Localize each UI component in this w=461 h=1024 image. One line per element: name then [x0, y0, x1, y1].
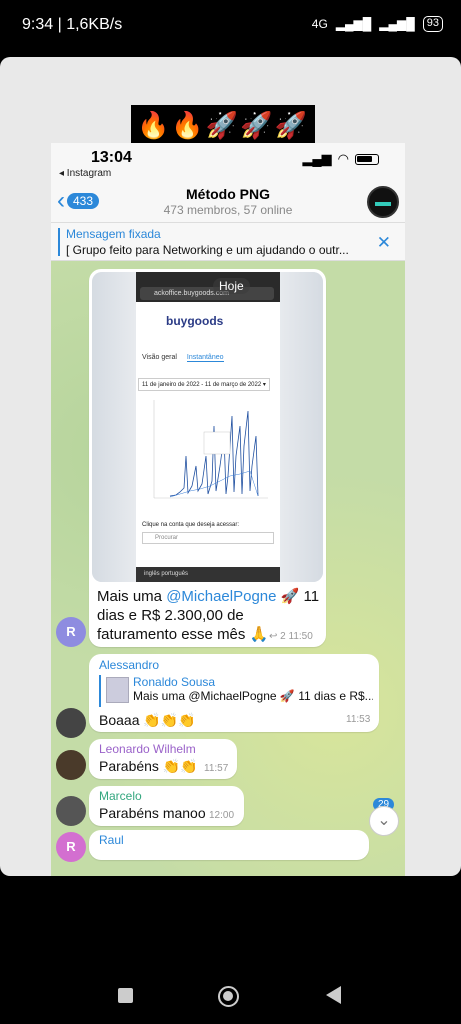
chat-title[interactable]: Método PNG [51, 186, 405, 202]
message-list[interactable]: ackoffice.buygoods.com buygoods Visão ge… [51, 261, 405, 876]
avatar[interactable] [56, 796, 86, 826]
message-time: 11:57 [204, 763, 229, 774]
group-avatar[interactable] [367, 186, 399, 218]
reply-message[interactable]: Alessandro Ronaldo Sousa Mais uma @Micha… [89, 654, 379, 732]
status-time: 9:34 | 1,6KB/s [22, 16, 123, 33]
tab-overview: Visão geral [142, 354, 177, 361]
sender-name[interactable]: Leonardo Wilhelm [99, 742, 196, 756]
signal-icon: ▂▄▆█ [335, 17, 372, 31]
battery-icon: 93 [422, 16, 443, 32]
android-nav-bar [0, 960, 461, 1024]
message-bubble[interactable]: Marcelo Parabéns manoo 12:00 [89, 786, 244, 826]
message-bubble[interactable]: Leonardo Wilhelm Parabéns 👏👏 11:57 [89, 739, 237, 779]
shared-screenshot[interactable]: ackoffice.buygoods.com buygoods Visão ge… [92, 272, 323, 582]
chat-header: ‹ 433 Método PNG 473 membros, 57 online [51, 183, 405, 223]
sales-chart-image [153, 400, 268, 499]
pinned-text: [ Grupo feito para Networking e um ajuda… [66, 243, 349, 257]
message-time: 11:53 [346, 714, 371, 725]
message-meta: ↩ 2 11:50 [269, 631, 313, 642]
media-message[interactable]: ackoffice.buygoods.com buygoods Visão ge… [89, 269, 326, 647]
message-text: Boaaa 👏👏👏 [99, 712, 196, 728]
ios-status-bar: 13:04 ◂ Instagram ▂▄▆ ◠ [51, 143, 405, 183]
battery-icon-ios [355, 153, 379, 165]
sender-name[interactable]: Marcelo [99, 789, 142, 803]
android-status-bar: 9:34 | 1,6KB/s 4G ▂▄▆█ ▂▄▆█ 93 [0, 0, 461, 52]
quote-text: Mais uma @MichaelPogne 🚀 11 dias e R$... [133, 689, 373, 703]
buygoods-page: buygoods Visão geral Instantâneo 11 de j… [136, 302, 280, 567]
telegram-screenshot: 13:04 ◂ Instagram ▂▄▆ ◠ ‹ 433 Método PNG… [51, 143, 405, 876]
signal-icon-ios: ▂▄▆ [302, 151, 332, 166]
home-button[interactable] [218, 986, 239, 1007]
date-badge: Hoje [213, 278, 250, 294]
wifi-icon: ◠ [337, 151, 349, 166]
message-text: Parabéns 👏👏 [99, 758, 198, 774]
story-card[interactable]: 🔥🔥🚀🚀🚀 13:04 ◂ Instagram ▂▄▆ ◠ ‹ 433 Méto… [0, 57, 461, 876]
emoji-banner: 🔥🔥🚀🚀🚀 [131, 105, 315, 145]
quote-thumbnail [106, 677, 129, 703]
chevron-down-icon: ⌄ [377, 812, 391, 829]
avatar[interactable]: R [56, 617, 86, 647]
pinned-message[interactable]: Mensagem fixada [ Grupo feito para Netwo… [51, 223, 405, 261]
mention-link[interactable]: @MichaelPogne [166, 588, 276, 605]
quote-author: Ronaldo Sousa [133, 675, 216, 689]
avatar[interactable] [56, 750, 86, 780]
sender-name[interactable]: Alessandro [99, 658, 159, 672]
pinned-label: Mensagem fixada [66, 227, 161, 241]
message-time: 12:00 [209, 810, 235, 821]
browser-url: ackoffice.buygoods.com [140, 287, 274, 300]
ios-time: 13:04 [91, 149, 132, 166]
network-type: 4G [311, 17, 328, 31]
buygoods-logo: buygoods [166, 314, 224, 328]
recents-button[interactable] [118, 988, 133, 1003]
close-icon[interactable]: ✕ [377, 233, 391, 253]
avatar[interactable] [56, 708, 86, 738]
pinned-accent-bar [58, 228, 60, 256]
avatar[interactable]: R [56, 832, 86, 862]
date-range: 11 de janeiro de 2022 - 11 de março de 2… [138, 378, 270, 391]
quoted-message[interactable]: Ronaldo Sousa Mais uma @MichaelPogne 🚀 1… [99, 675, 373, 707]
translate-bar: inglês português [136, 567, 280, 582]
scroll-down-button[interactable]: ⌄ [369, 806, 399, 836]
back-triangle-button[interactable] [326, 986, 341, 1004]
account-search: Procurar [142, 532, 274, 544]
signal-icon-2: ▂▄▆█ [379, 17, 415, 31]
account-pick-label: Clique na conta que deseja acessar: [142, 522, 240, 528]
message-bubble[interactable]: Raul [89, 830, 369, 860]
sender-name[interactable]: Raul [99, 833, 124, 847]
tab-snapshot: Instantâneo [186, 354, 224, 362]
back-to-app-link[interactable]: ◂ Instagram [59, 168, 111, 179]
message-text: Parabéns manoo [99, 805, 206, 821]
chat-subtitle: 473 membros, 57 online [163, 203, 293, 217]
